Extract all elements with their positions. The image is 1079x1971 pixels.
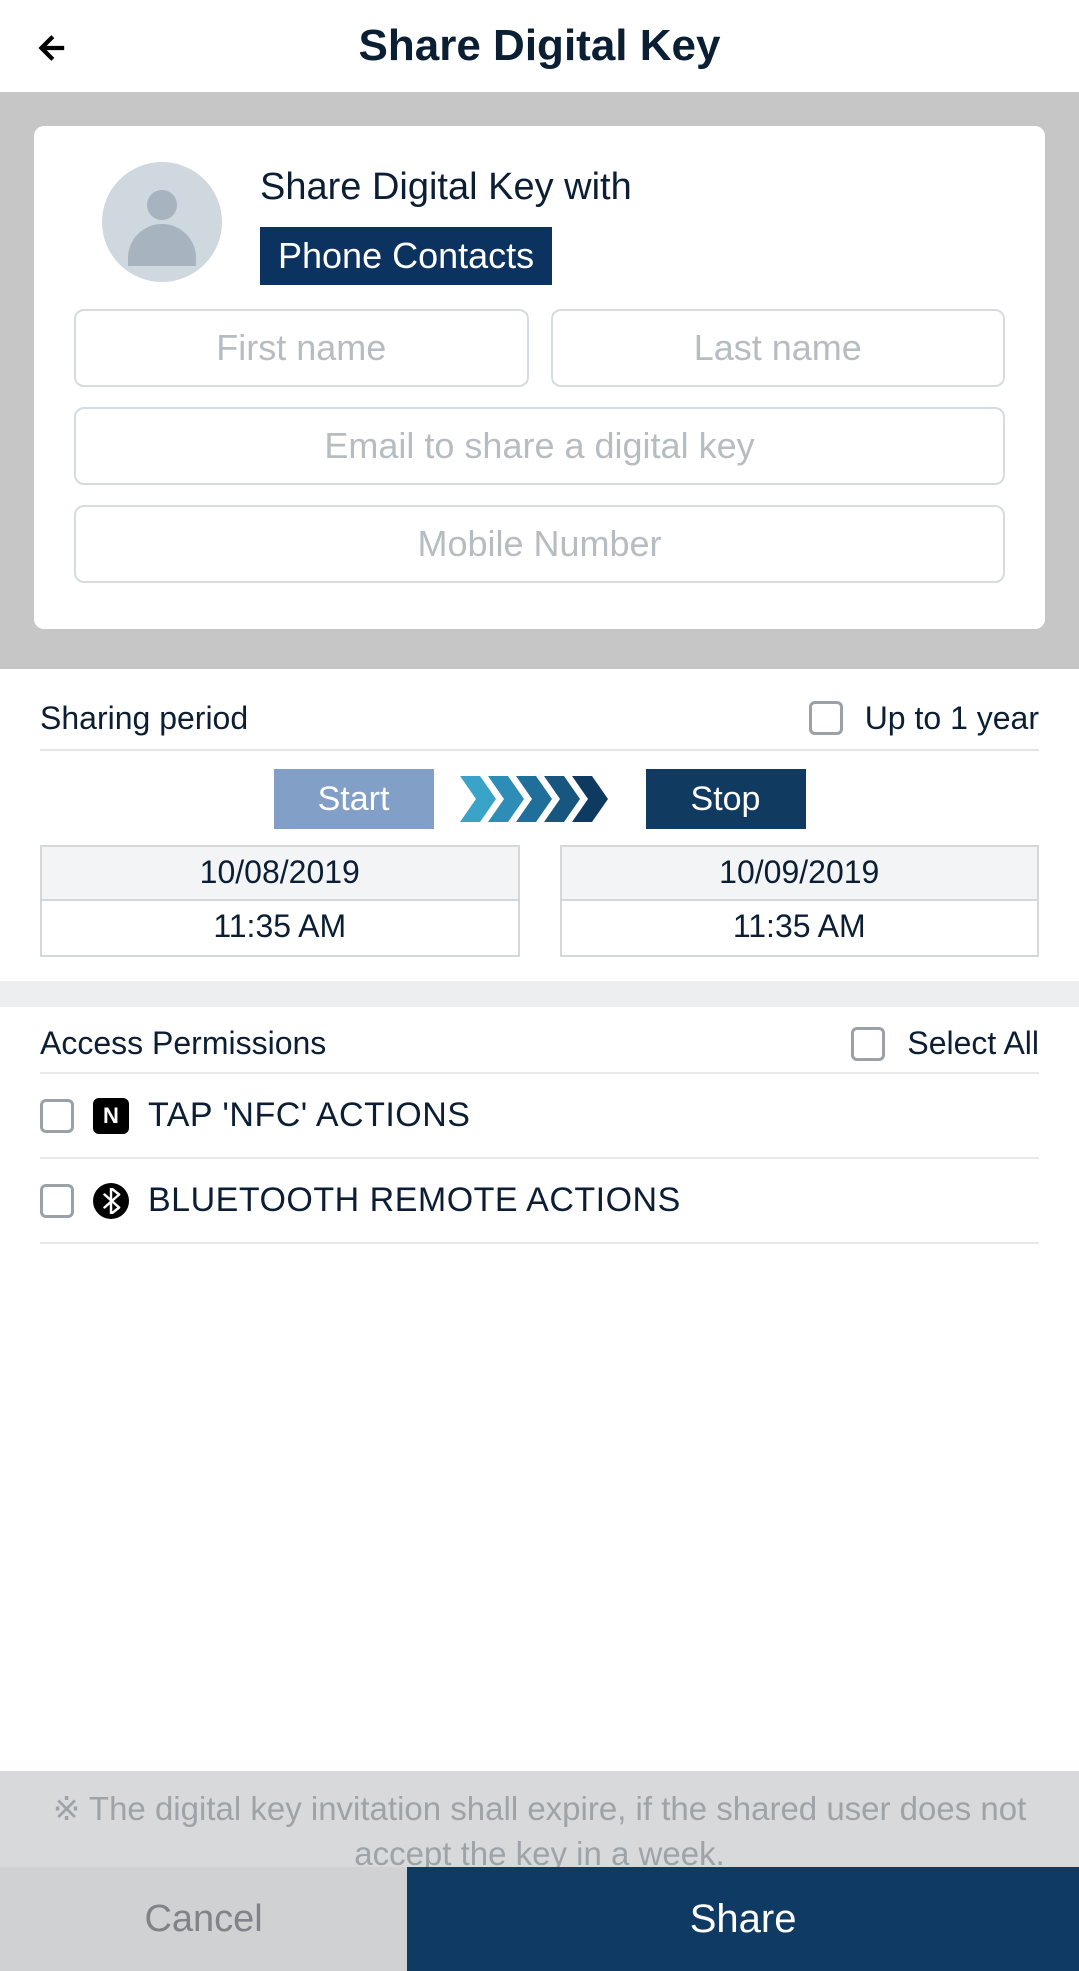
nfc-checkbox[interactable] [40, 1099, 74, 1133]
permission-item-bluetooth[interactable]: BLUETOOTH REMOTE ACTIONS [40, 1159, 1039, 1244]
arrow-left-icon [33, 31, 67, 65]
permission-item-nfc[interactable]: N TAP 'NFC' ACTIONS [40, 1072, 1039, 1159]
up-to-1-year-checkbox[interactable] [809, 701, 843, 735]
stop-datetime-picker[interactable]: 10/09/2019 11:35 AM [560, 845, 1040, 957]
bluetooth-label: BLUETOOTH REMOTE ACTIONS [148, 1181, 681, 1220]
sharing-period-section: Sharing period Up to 1 year Start Stop [0, 669, 1079, 957]
disclaimer-text: ※ The digital key invitation shall expir… [0, 1771, 1079, 1876]
last-name-input[interactable]: Last name [551, 309, 1006, 387]
permissions-label: Access Permissions [40, 1025, 326, 1062]
first-name-input[interactable]: First name [74, 309, 529, 387]
select-all-label: Select All [907, 1025, 1039, 1062]
page-title: Share Digital Key [0, 21, 1079, 71]
permissions-header: Access Permissions Select All [0, 1007, 1079, 1072]
sharing-period-label: Sharing period [40, 700, 248, 737]
cancel-button[interactable]: Cancel [0, 1867, 407, 1971]
nfc-label: TAP 'NFC' ACTIONS [148, 1096, 471, 1135]
up-to-1-year-label: Up to 1 year [865, 700, 1039, 737]
start-date-value: 10/08/2019 [42, 847, 518, 901]
bluetooth-checkbox[interactable] [40, 1184, 74, 1218]
share-button[interactable]: Share [407, 1867, 1079, 1971]
stop-button[interactable]: Stop [646, 769, 806, 829]
avatar-placeholder-icon [102, 162, 222, 282]
mobile-number-input[interactable]: Mobile Number [74, 505, 1005, 583]
start-time-value: 11:35 AM [42, 901, 518, 955]
bluetooth-icon [92, 1182, 130, 1220]
nfc-icon: N [92, 1097, 130, 1135]
start-button[interactable]: Start [274, 769, 434, 829]
footer-bar: Cancel Share [0, 1867, 1079, 1971]
stop-time-value: 11:35 AM [562, 901, 1038, 955]
share-with-label: Share Digital Key with [260, 166, 632, 209]
app-header: Share Digital Key [0, 0, 1079, 92]
chevron-progress-icon [460, 776, 620, 822]
start-datetime-picker[interactable]: 10/08/2019 11:35 AM [40, 845, 520, 957]
back-button[interactable] [30, 28, 70, 68]
contact-section-wrapper: Share Digital Key with Phone Contacts Fi… [0, 92, 1079, 669]
phone-contacts-button[interactable]: Phone Contacts [260, 227, 552, 285]
contact-card: Share Digital Key with Phone Contacts Fi… [34, 126, 1045, 629]
email-input[interactable]: Email to share a digital key [74, 407, 1005, 485]
stop-date-value: 10/09/2019 [562, 847, 1038, 901]
section-divider [0, 981, 1079, 1007]
select-all-checkbox[interactable] [851, 1027, 885, 1061]
